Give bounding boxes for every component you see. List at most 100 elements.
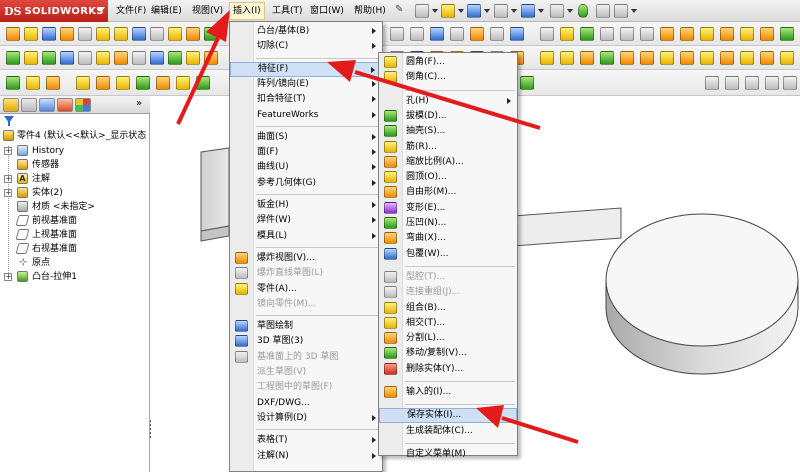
- flatten-icon[interactable]: [580, 51, 594, 65]
- menu-insert[interactable]: 插入(I): [229, 2, 265, 20]
- print-icon[interactable]: [494, 4, 508, 18]
- display-manager-tab-icon[interactable]: [75, 98, 91, 112]
- sketch-line-icon[interactable]: [6, 51, 20, 65]
- menu-item-13[interactable]: 弯曲(X)...: [379, 231, 517, 246]
- menu-item-12[interactable]: 压凹(N)...: [379, 216, 517, 231]
- structural-member-icon[interactable]: [660, 51, 674, 65]
- menu-item-23[interactable]: 草图绘制: [230, 319, 382, 334]
- chevron-down-icon[interactable]: [458, 9, 464, 13]
- zoom-fit-icon[interactable]: [600, 27, 614, 41]
- menu-item-8[interactable]: 缩放比例(A)...: [379, 155, 517, 170]
- menu-item-15[interactable]: 焊件(W): [230, 213, 382, 228]
- swept-surface-icon[interactable]: [46, 76, 60, 90]
- pattern-icon[interactable]: [150, 51, 164, 65]
- weldment-icon[interactable]: [640, 51, 654, 65]
- relation-icon[interactable]: [60, 27, 74, 41]
- view-orientation-icon[interactable]: [410, 27, 424, 41]
- options-icon[interactable]: [614, 4, 628, 18]
- lofted-surface-icon[interactable]: [76, 76, 90, 90]
- open-folder-icon[interactable]: [441, 4, 455, 18]
- menu-item-29[interactable]: 设计算例(D): [230, 411, 382, 426]
- menu-item-16[interactable]: 模具(L): [230, 229, 382, 244]
- menu-item-29[interactable]: 自定义菜单(M): [379, 447, 517, 462]
- expand-icon[interactable]: +: [4, 175, 12, 183]
- realview-icon[interactable]: [740, 27, 754, 41]
- trim-extend-icon[interactable]: [680, 51, 694, 65]
- section-view-icon[interactable]: [450, 27, 464, 41]
- undo-icon[interactable]: [521, 4, 535, 18]
- menu-help[interactable]: 帮助(H): [354, 4, 386, 18]
- traffic-light-icon[interactable]: [578, 4, 588, 18]
- menu-item-4[interactable]: 特征(F): [230, 61, 382, 77]
- save-icon[interactable]: [467, 4, 481, 18]
- menu-item-18[interactable]: 组合(B)...: [379, 301, 517, 316]
- menu-item-5[interactable]: 拔模(D)...: [379, 109, 517, 124]
- replace-face-icon[interactable]: [520, 76, 534, 90]
- display-style-icon[interactable]: [390, 27, 404, 41]
- menu-item-21[interactable]: 移动/复制(V)...: [379, 346, 517, 361]
- menu-item-6[interactable]: 扣合特征(T): [230, 92, 382, 107]
- gusset-icon[interactable]: [720, 51, 734, 65]
- chevron-down-icon[interactable]: [511, 9, 517, 13]
- shaded-icon[interactable]: [470, 27, 484, 41]
- chevron-down-icon[interactable]: [631, 9, 637, 13]
- expand-icon[interactable]: +: [4, 273, 12, 281]
- expand-icon[interactable]: +: [4, 147, 12, 155]
- sketch-icon[interactable]: [6, 27, 20, 41]
- view-front-icon[interactable]: [705, 76, 719, 90]
- expand-panel-icon[interactable]: »: [136, 98, 142, 109]
- ruled-surface-icon[interactable]: [176, 76, 190, 90]
- knit-surface-icon[interactable]: [196, 76, 210, 90]
- shadow-icon[interactable]: [760, 27, 774, 41]
- filled-surface-icon[interactable]: [116, 76, 130, 90]
- weld-bead-icon[interactable]: [740, 51, 754, 65]
- menu-item-11[interactable]: 变形(E)...: [379, 201, 517, 216]
- end-cap-icon[interactable]: [700, 51, 714, 65]
- menu-item-2[interactable]: 切除(C): [230, 39, 382, 54]
- zoom-icon[interactable]: [430, 27, 444, 41]
- cut-list-icon[interactable]: [780, 51, 794, 65]
- unfold-icon[interactable]: [540, 51, 554, 65]
- arc-icon[interactable]: [60, 51, 74, 65]
- view-right-icon[interactable]: [765, 76, 779, 90]
- view-back-icon[interactable]: [725, 76, 739, 90]
- menu-item-6[interactable]: 抽壳(S)...: [379, 124, 517, 139]
- menu-item-14[interactable]: 包覆(W)...: [379, 247, 517, 262]
- chevron-down-icon[interactable]: [538, 9, 544, 13]
- menu-item-28[interactable]: DXF/DWG...: [230, 396, 382, 411]
- menu-item-10[interactable]: 自由形(M)...: [379, 185, 517, 200]
- shading-icon[interactable]: [720, 27, 734, 41]
- offset-surface-icon[interactable]: [156, 76, 170, 90]
- configuration-manager-tab-icon[interactable]: [39, 98, 55, 112]
- view-icon[interactable]: [700, 27, 714, 41]
- rectangular-block[interactable]: [200, 147, 230, 242]
- extruded-surface-icon[interactable]: [6, 76, 20, 90]
- zoom-area-icon[interactable]: [620, 27, 634, 41]
- boundary-surface-icon[interactable]: [96, 76, 110, 90]
- menu-tools[interactable]: 工具(T): [272, 4, 303, 18]
- move-icon[interactable]: [168, 51, 182, 65]
- note-icon[interactable]: [96, 27, 110, 41]
- menu-item-20[interactable]: 零件(A)...: [230, 282, 382, 297]
- smart-dimension-icon[interactable]: [24, 27, 38, 41]
- relations-icon[interactable]: [186, 51, 200, 65]
- sigma-icon[interactable]: [150, 27, 164, 41]
- menu-item-2[interactable]: 倒角(C)...: [379, 70, 517, 85]
- gauge-icon[interactable]: [78, 27, 92, 41]
- hide-show-icon[interactable]: [490, 27, 504, 41]
- menu-view[interactable]: 视图(V): [192, 4, 223, 18]
- rectangle-icon[interactable]: [24, 51, 38, 65]
- property-manager-tab-icon[interactable]: [21, 98, 37, 112]
- chevron-down-icon[interactable]: [567, 9, 573, 13]
- menu-edit[interactable]: 编辑(E): [151, 4, 182, 18]
- new-document-icon[interactable]: [415, 4, 429, 18]
- menu-item-14[interactable]: 钣金(H): [230, 198, 382, 213]
- mark-icon[interactable]: [168, 27, 182, 41]
- arrow-icon[interactable]: [204, 27, 218, 41]
- menu-item-1[interactable]: 圆角(F)...: [379, 55, 517, 70]
- fold-icon[interactable]: [560, 51, 574, 65]
- cylinder-body[interactable]: [605, 213, 799, 375]
- feature-manager-tab-icon[interactable]: [3, 98, 19, 112]
- menu-window[interactable]: 窗口(W): [310, 4, 344, 18]
- offset-icon[interactable]: [114, 51, 128, 65]
